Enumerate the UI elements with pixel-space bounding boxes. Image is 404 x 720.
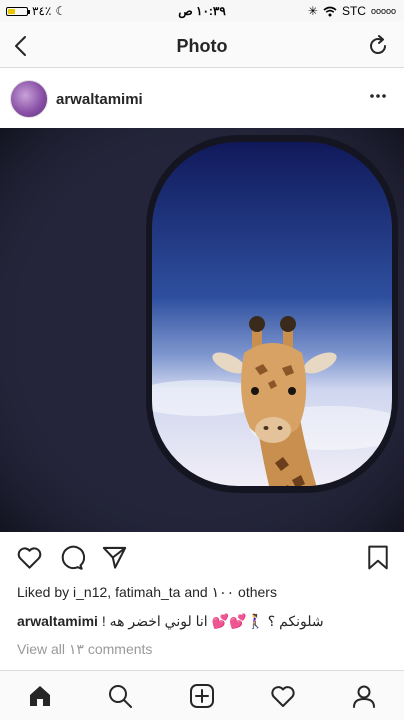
giraffe-window-image bbox=[0, 128, 404, 532]
post-header: arwaltamimi bbox=[0, 70, 404, 128]
page-title: Photo bbox=[176, 36, 228, 56]
post-actions bbox=[0, 540, 404, 576]
search-icon[interactable] bbox=[107, 683, 133, 709]
more-horizontal-icon[interactable] bbox=[368, 86, 388, 106]
carrier-name: STC bbox=[341, 4, 366, 18]
share-icon[interactable] bbox=[101, 544, 128, 571]
nav-bar: Photo bbox=[0, 22, 404, 68]
caption-text: ! شلونكم ؟ 🚶‍♀️💕💕 انا لوني اخضر هه bbox=[101, 613, 324, 629]
tab-bar bbox=[0, 670, 404, 720]
post-caption: arwaltamimi ! شلونكم ؟ 🚶‍♀️💕💕 انا لوني ا… bbox=[17, 613, 324, 630]
signal-dots: ooooo bbox=[370, 6, 396, 16]
post-username[interactable]: arwaltamimi bbox=[56, 91, 143, 108]
wifi-icon bbox=[323, 6, 337, 16]
post-photo[interactable] bbox=[0, 128, 404, 532]
status-right: ✳ STC ooooo bbox=[308, 4, 396, 18]
bookmark-icon[interactable] bbox=[366, 544, 390, 571]
avatar[interactable] bbox=[10, 80, 48, 118]
heart-icon[interactable] bbox=[16, 544, 43, 571]
likes-text[interactable]: Liked by i_n12, fatimah_ta and ١٠٠ other… bbox=[17, 584, 277, 601]
view-comments-link[interactable]: View all ١٣ comments bbox=[17, 641, 152, 658]
profile-icon[interactable] bbox=[351, 683, 377, 709]
add-icon[interactable] bbox=[189, 683, 215, 709]
refresh-icon[interactable] bbox=[366, 34, 390, 58]
comment-icon[interactable] bbox=[58, 544, 85, 571]
home-icon[interactable] bbox=[27, 683, 53, 709]
heart-icon[interactable] bbox=[270, 683, 296, 709]
loading-icon: ✳ bbox=[307, 4, 318, 18]
caption-username[interactable]: arwaltamimi bbox=[17, 613, 98, 629]
status-bar: ٣٤٪ ☾ ١٠:٣٩ ص ✳ STC ooooo bbox=[0, 0, 404, 22]
